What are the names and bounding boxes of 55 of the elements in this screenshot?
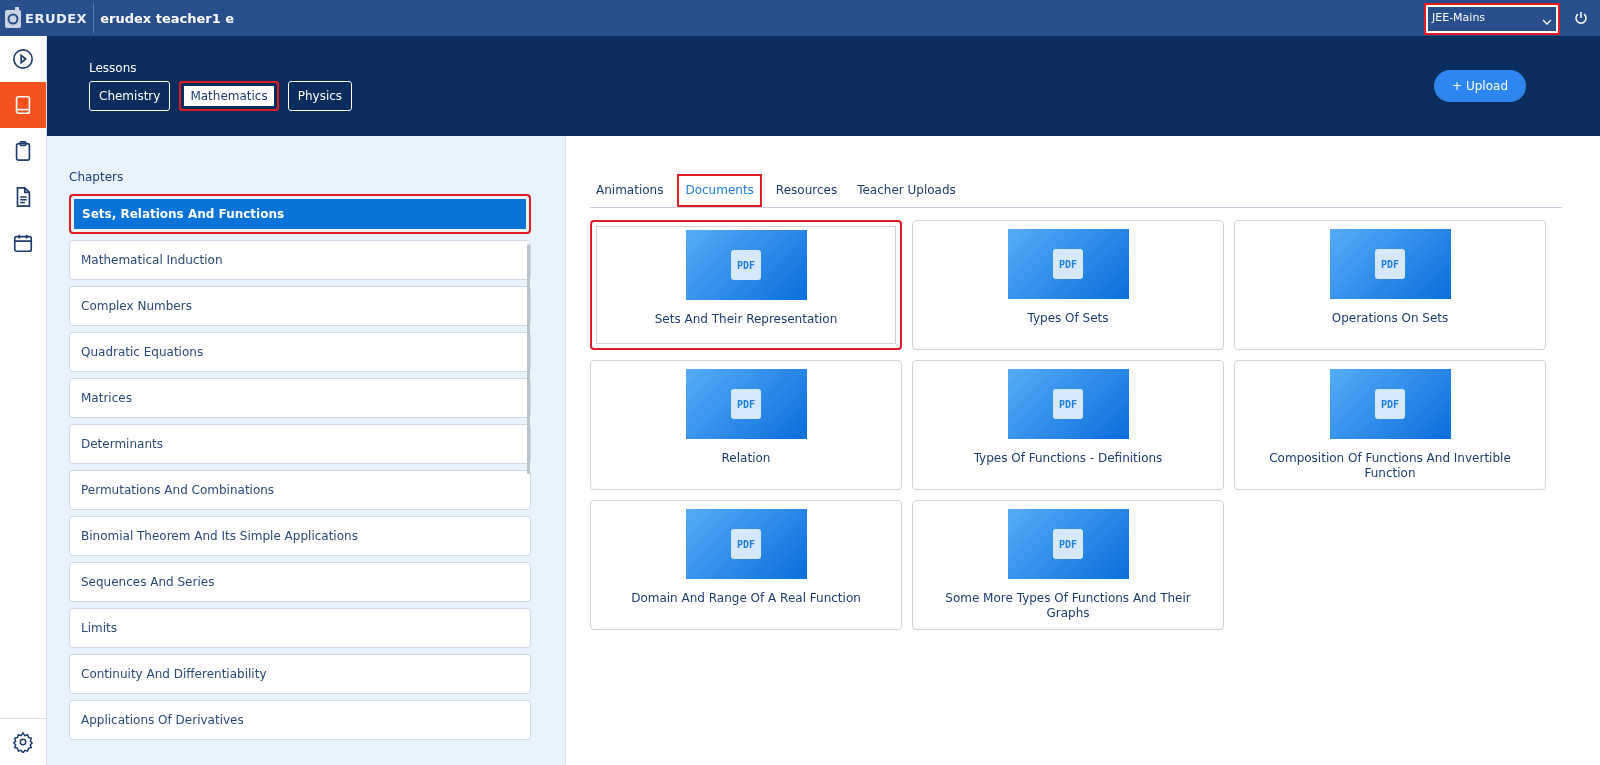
content-tab[interactable]: Resources — [769, 174, 844, 207]
pdf-badge: PDF — [1053, 389, 1083, 419]
content-tab[interactable]: Teacher Uploads — [851, 174, 962, 207]
logo-icon — [4, 7, 22, 29]
pdf-badge: PDF — [731, 389, 761, 419]
chapter-item[interactable]: Continuity And Differentiability — [69, 654, 531, 694]
pdf-badge: PDF — [1375, 249, 1405, 279]
document-title: Some More Types Of Functions And Their Graphs — [944, 591, 1192, 621]
pdf-badge: PDF — [1053, 529, 1083, 559]
subject-tab[interactable]: Mathematics — [179, 81, 279, 111]
document-title: Domain And Range Of A Real Function — [630, 591, 862, 606]
chapter-item[interactable]: Complex Numbers — [69, 286, 531, 326]
calendar-icon — [12, 232, 34, 254]
play-circle-icon — [12, 48, 34, 70]
subject-tab[interactable]: Chemistry — [89, 81, 171, 111]
document-title: Operations On Sets — [1330, 311, 1450, 326]
pdf-badge: PDF — [1375, 389, 1405, 419]
content-tab[interactable]: Documents — [677, 174, 762, 207]
pdf-badge: PDF — [731, 250, 761, 280]
chevron-down-icon — [1542, 17, 1552, 27]
document-card[interactable]: PDF Some More Types Of Functions And Their Graphs — [912, 500, 1224, 630]
subject-tab[interactable]: Physics — [287, 81, 353, 111]
settings-icon[interactable] — [12, 731, 34, 753]
user-name: erudex teacher1 e — [100, 10, 236, 26]
document-title: Composition Of Functions And Invertible Function — [1268, 451, 1512, 481]
document-card[interactable]: PDF Sets And Their Representation — [590, 220, 902, 350]
upload-button[interactable]: + Upload — [1434, 70, 1526, 102]
chapter-item[interactable]: Determinants — [69, 424, 531, 464]
pdf-badge: PDF — [1053, 249, 1083, 279]
document-card[interactable]: PDF Operations On Sets — [1234, 220, 1546, 350]
chapter-item[interactable]: Sets, Relations And Functions — [69, 194, 531, 234]
chapter-item[interactable]: Quadratic Equations — [69, 332, 531, 372]
chapter-item[interactable]: Matrices — [69, 378, 531, 418]
chapter-item[interactable]: Applications Of Derivatives — [69, 700, 531, 740]
document-card[interactable]: PDF Composition Of Functions And Invertible Function — [1234, 360, 1546, 490]
content-tab[interactable]: Animations — [590, 174, 670, 207]
exam-dropdown[interactable]: JEE-Mains — [1424, 3, 1560, 35]
section-title: Chapters — [69, 170, 125, 184]
chapter-item[interactable]: Limits — [69, 608, 531, 648]
document-title: Types Of Functions - Definitions — [972, 451, 1164, 466]
document-title: Relation — [720, 451, 772, 466]
chapter-item[interactable]: Sequences And Series — [69, 562, 531, 602]
chapter-item[interactable]: Mathematical Induction — [69, 240, 531, 280]
logo-text: ERUDEX — [25, 10, 88, 26]
section-title: Lessons — [89, 61, 138, 75]
document-title: Sets And Their Representation — [653, 312, 839, 327]
chapter-item[interactable]: Binomial Theorem And Its Simple Applications — [69, 516, 531, 556]
power-icon[interactable] — [1574, 11, 1588, 25]
document-card[interactable]: PDF Relation — [590, 360, 902, 490]
document-card[interactable]: PDF Types Of Functions - Definitions — [912, 360, 1224, 490]
pdf-badge: PDF — [731, 529, 761, 559]
document-title: Types Of Sets — [1026, 311, 1110, 326]
document-card[interactable]: PDF Domain And Range Of A Real Function — [590, 500, 902, 630]
document-card[interactable]: PDF Types Of Sets — [912, 220, 1224, 350]
chapter-item[interactable]: Permutations And Combinations — [69, 470, 531, 510]
